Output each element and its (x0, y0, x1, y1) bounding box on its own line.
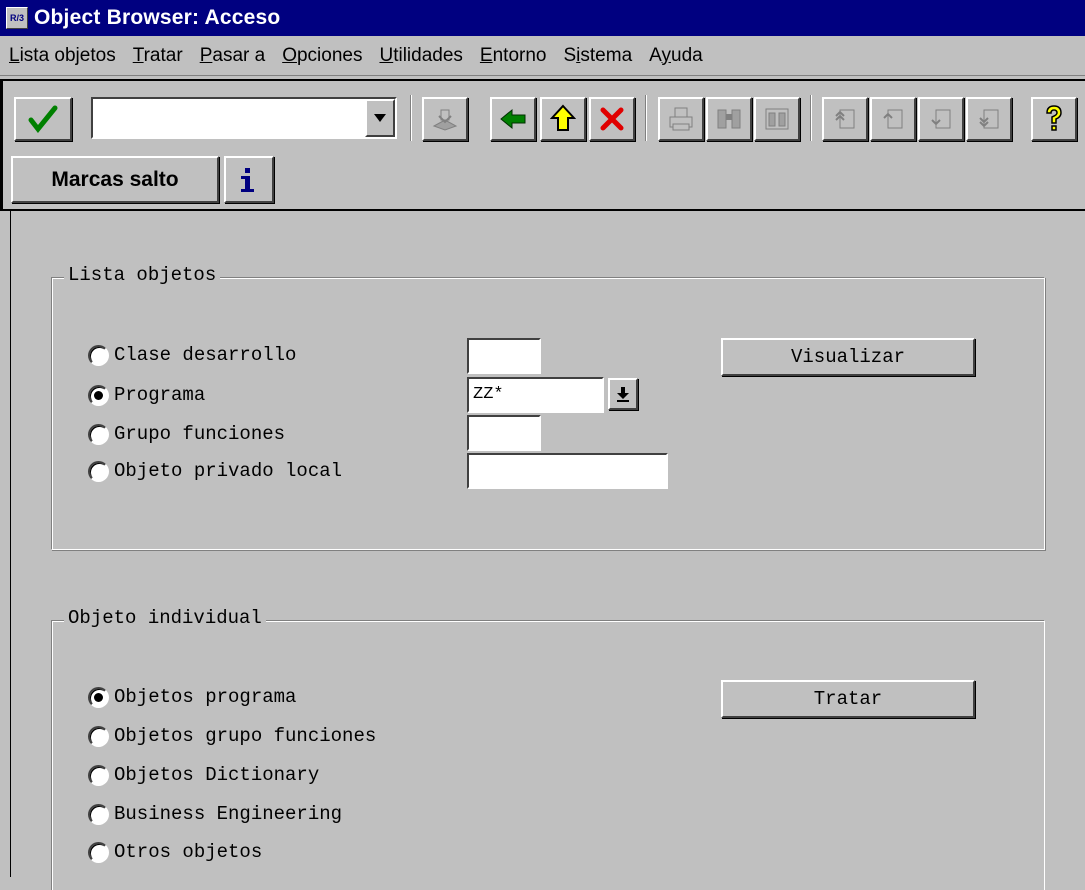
info-icon (241, 167, 254, 192)
radio-button[interactable] (88, 803, 109, 825)
grupo-funciones-field[interactable] (467, 415, 541, 451)
programa-field[interactable]: ZZ* (467, 377, 604, 413)
last-page-button[interactable] (966, 97, 1012, 141)
exit-up-arrow-icon (550, 104, 576, 131)
toolbar-separator (810, 95, 812, 141)
objeto-individual-group: Objeto individual Objetos programa Objet… (51, 607, 1045, 890)
menu-bar: Lista objetos Tratar Pasar a Opciones Ut… (0, 36, 1085, 76)
radio-label: Programa (114, 384, 206, 406)
menu-ayuda[interactable]: Ayuda (649, 45, 703, 67)
menu-tratar[interactable]: Tratar (133, 45, 183, 67)
enter-button[interactable] (14, 97, 72, 141)
exit-button[interactable] (540, 97, 586, 141)
menu-utilidades[interactable]: Utilidades (379, 45, 462, 67)
radio-button[interactable] (88, 725, 109, 747)
print-icon (669, 107, 693, 131)
visualizar-button[interactable]: Visualizar (721, 338, 975, 376)
radio-button[interactable] (88, 344, 109, 366)
radio-button[interactable] (88, 460, 109, 482)
toolbar-separator (645, 95, 647, 141)
previous-page-button[interactable] (870, 97, 916, 141)
radio-otros-objetos[interactable]: Otros objetos (88, 839, 262, 865)
objeto-individual-group-title: Objeto individual (64, 607, 266, 629)
previous-page-icon (883, 109, 903, 129)
objeto-privado-local-field[interactable] (467, 453, 668, 489)
tratar-button[interactable]: Tratar (721, 680, 975, 718)
radio-label: Objetos grupo funciones (114, 725, 377, 747)
dropdown-arrow-icon (617, 387, 629, 402)
radio-button-selected[interactable] (88, 384, 109, 406)
menu-pasar-a[interactable]: Pasar a (200, 45, 266, 67)
last-page-icon (979, 109, 999, 129)
cancel-x-icon (600, 107, 624, 131)
command-input[interactable] (93, 99, 363, 133)
clase-desarrollo-field[interactable] (467, 338, 541, 374)
print-button[interactable] (658, 97, 704, 141)
radio-button-selected[interactable] (88, 686, 109, 708)
command-field[interactable] (91, 97, 397, 139)
bookmarks-button[interactable]: Marcas salto (11, 156, 219, 203)
save-icon (432, 109, 458, 131)
radio-business-engineering[interactable]: Business Engineering (88, 801, 342, 827)
radio-objeto-privado-local[interactable]: Objeto privado local (88, 458, 342, 484)
radio-objetos-programa[interactable]: Objetos programa (88, 684, 296, 710)
find-button[interactable] (706, 97, 752, 141)
radio-label: Clase desarrollo (114, 344, 297, 366)
sap-app-icon[interactable]: R/3 (6, 7, 28, 29)
enter-checkmark-icon (28, 105, 58, 133)
next-page-icon (931, 109, 951, 129)
first-page-icon (835, 109, 855, 129)
radio-button[interactable] (88, 841, 109, 863)
cancel-button[interactable] (589, 97, 635, 141)
next-page-button[interactable] (918, 97, 964, 141)
visualizar-button-label: Visualizar (790, 346, 906, 368)
save-button[interactable] (422, 97, 468, 141)
menu-sistema[interactable]: Sistema (563, 45, 632, 67)
menu-lista-objetos[interactable]: Lista objetos (9, 45, 116, 67)
menu-opciones[interactable]: Opciones (282, 45, 362, 67)
radio-label: Grupo funciones (114, 423, 286, 445)
back-arrow-icon (500, 108, 526, 130)
tratar-button-label: Tratar (813, 688, 883, 710)
radio-label: Business Engineering (114, 803, 343, 825)
find-next-icon (765, 108, 789, 130)
command-history-dropdown[interactable] (365, 99, 395, 137)
radio-clase-desarrollo[interactable]: Clase desarrollo (88, 342, 296, 368)
window-title: Object Browser: Acceso (34, 6, 281, 29)
radio-button[interactable] (88, 423, 109, 445)
radio-label: Objetos Dictionary (114, 764, 320, 786)
programa-search-help-button[interactable] (608, 378, 638, 410)
bookmarks-button-label: Marcas salto (51, 167, 179, 191)
back-button[interactable] (490, 97, 536, 141)
radio-label: Otros objetos (114, 841, 263, 863)
lista-objetos-group-title: Lista objetos (64, 264, 221, 286)
title-bar[interactable]: R/3 Object Browser: Acceso (0, 0, 1085, 36)
find-icon (717, 109, 741, 129)
lista-objetos-group: Lista objetos Clase desarrollo Programa … (51, 264, 1045, 550)
radio-button[interactable] (88, 764, 109, 786)
radio-label: Objeto privado local (114, 460, 343, 482)
radio-objetos-grupo-funciones[interactable]: Objetos grupo funciones (88, 723, 376, 749)
info-button[interactable] (224, 156, 274, 203)
help-button[interactable] (1031, 97, 1077, 141)
main-content: Lista objetos Clase desarrollo Programa … (10, 211, 1085, 890)
radio-objetos-dictionary[interactable]: Objetos Dictionary (88, 762, 319, 788)
toolbar-separator (410, 95, 412, 141)
menu-entorno[interactable]: Entorno (480, 45, 547, 67)
radio-programa[interactable]: Programa (88, 382, 205, 408)
chevron-down-icon (374, 114, 386, 122)
help-question-icon (1046, 105, 1062, 131)
radio-grupo-funciones[interactable]: Grupo funciones (88, 421, 285, 447)
find-next-button[interactable] (754, 97, 800, 141)
first-page-button[interactable] (822, 97, 868, 141)
radio-label: Objetos programa (114, 686, 297, 708)
